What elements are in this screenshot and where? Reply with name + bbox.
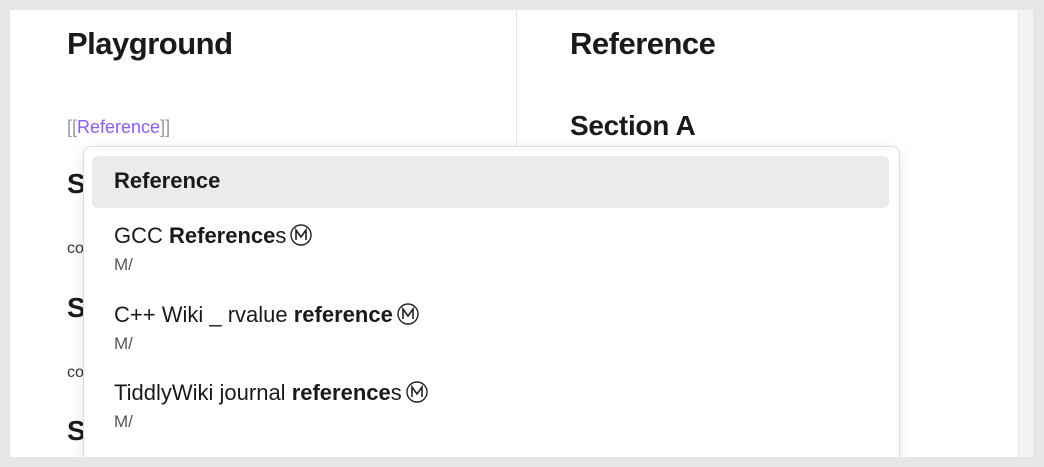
suggestion-path: M/ [114, 412, 133, 431]
right-scroll-strip[interactable] [1018, 10, 1033, 457]
preview-title: Reference [570, 26, 716, 61]
circled-m-icon [397, 303, 419, 325]
page-title: Playground [67, 26, 233, 61]
suggestion-path: M/ [114, 255, 133, 274]
section-heading: Section A [570, 110, 696, 141]
title-match: Reference [169, 223, 276, 248]
suggestion-item[interactable]: C++ Wiki _ rvalue reference M/ [92, 294, 889, 360]
body-text-partial: co [67, 364, 84, 381]
title-prefix: GCC [114, 223, 169, 248]
suggestion-title: GCC References [114, 223, 313, 249]
suggestion-item[interactable]: TiddlyWiki journal references M/ [92, 372, 889, 438]
suggestion-item-selected[interactable]: Reference [92, 156, 889, 208]
circled-m-icon [406, 381, 428, 403]
wikilink-open-brackets: [[ [67, 117, 78, 137]
title-match: reference [291, 380, 391, 405]
wikilink[interactable]: [[Reference]] [67, 117, 170, 138]
suggestion-title: Reference [114, 168, 221, 193]
link-suggestion-popup: Reference GCC References M/ C++ Wiki _ r… [83, 146, 900, 457]
wikilink-text[interactable]: Reference [77, 117, 160, 137]
app-window: Playground [[Reference]] S co S co S Ref… [10, 10, 1033, 457]
circled-m-icon [290, 224, 313, 246]
title-suffix: s [390, 380, 402, 405]
title-prefix: TiddlyWiki journal [114, 380, 292, 405]
suggestion-title: TiddlyWiki journal references [114, 380, 429, 406]
wikilink-close-brackets: ]] [160, 117, 171, 137]
title-suffix: s [275, 223, 287, 248]
suggestion-item[interactable]: GCC References M/ [92, 215, 889, 281]
title-prefix: C++ Wiki _ rvalue [114, 302, 294, 327]
suggestion-path: M/ [114, 334, 133, 353]
body-text-partial: co [67, 240, 84, 257]
suggestion-title: C++ Wiki _ rvalue reference [114, 302, 420, 328]
title-match: reference [293, 302, 393, 327]
